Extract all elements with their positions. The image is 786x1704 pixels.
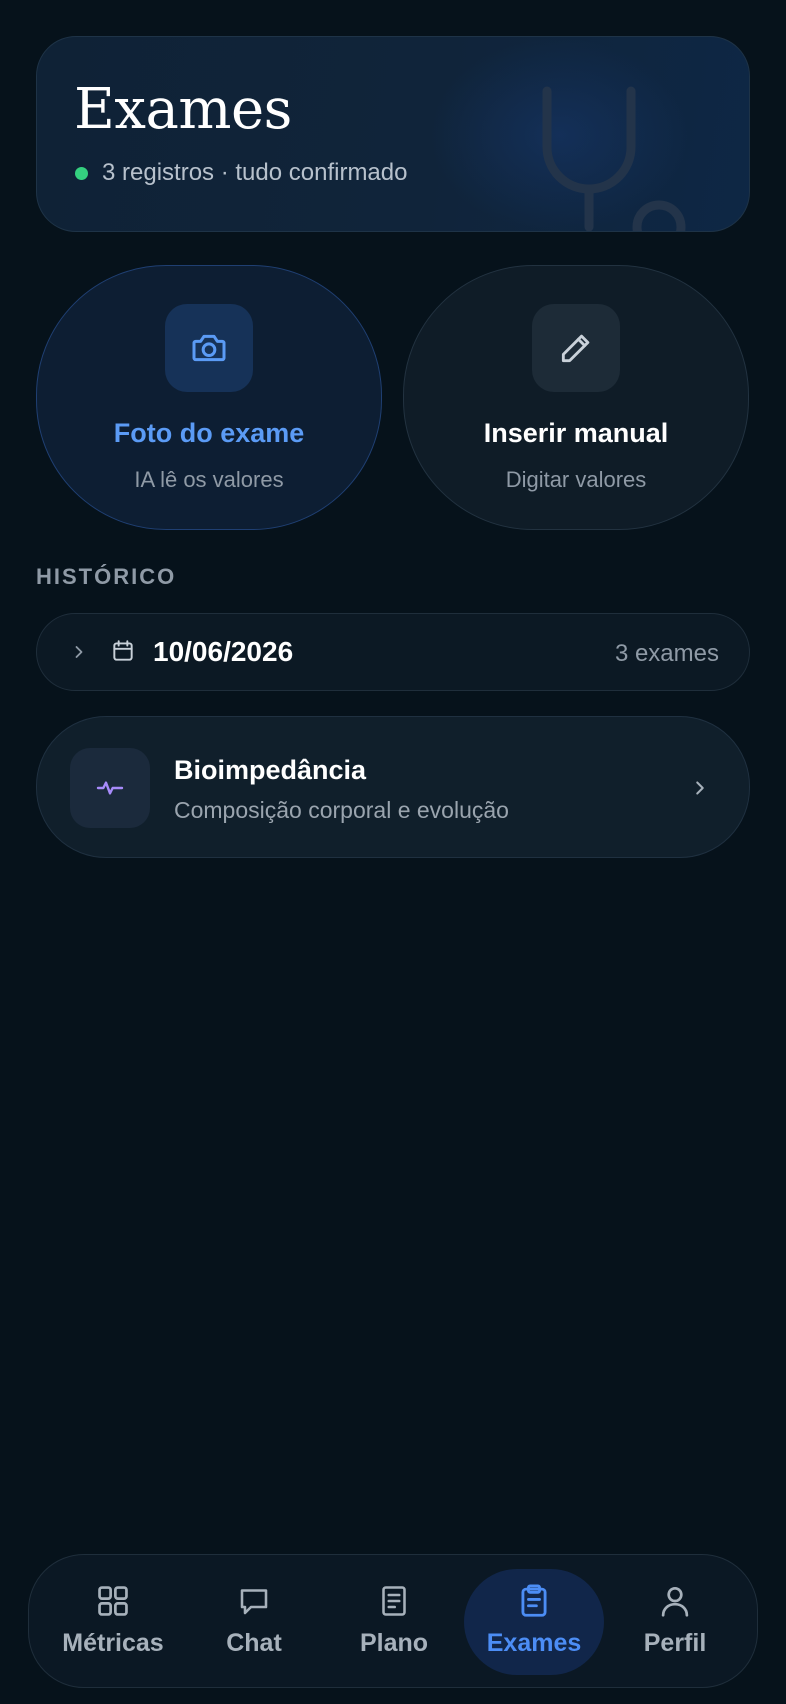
date-group-toggle[interactable]: 10/06/2026 3 exames — [36, 613, 750, 691]
nav-label-exames: Exames — [486, 1629, 582, 1657]
status-text: 3 registros · tudo confirmado — [102, 159, 408, 186]
nav-item-metricas[interactable]: Métricas — [43, 1569, 183, 1675]
manual-entry-sub: Digitar valores — [505, 467, 647, 492]
nav-item-exames[interactable]: Exames — [464, 1569, 604, 1675]
camera-icon — [192, 334, 226, 362]
chevron-right-icon — [696, 781, 704, 795]
grid-icon — [98, 1586, 128, 1616]
user-icon — [661, 1586, 689, 1617]
manual-entry-button[interactable]: Inserir manual Digitar valores — [403, 265, 749, 530]
nav-item-plano[interactable]: Plano — [324, 1569, 464, 1675]
date-group-date: 10/06/2026 — [153, 636, 294, 667]
bioimpedance-title: Bioimpedância — [174, 755, 367, 785]
activity-icon — [96, 781, 124, 795]
camera-icon-box — [165, 304, 253, 392]
bioimpedance-card[interactable]: Bioimpedância Composição corporal e evol… — [36, 716, 750, 858]
bioimpedance-subtitle: Composição corporal e evolução — [174, 797, 509, 823]
chevron-right-icon — [75, 646, 83, 658]
calendar-icon — [113, 640, 133, 661]
photo-exam-sub: IA lê os valores — [134, 467, 284, 492]
pencil-icon — [561, 334, 590, 363]
nav-label-metricas: Métricas — [62, 1629, 164, 1657]
stethoscope-icon — [542, 86, 686, 231]
nav-label-plano: Plano — [359, 1629, 429, 1657]
photo-exam-label: Foto do exame — [113, 418, 305, 448]
nav-item-perfil[interactable]: Perfil — [605, 1569, 745, 1675]
nav-label-chat: Chat — [226, 1629, 282, 1657]
chat-icon — [240, 1589, 268, 1615]
status-row: 3 registros · tudo confirmado — [75, 159, 407, 187]
manual-entry-label: Inserir manual — [483, 418, 669, 448]
nav-item-chat[interactable]: Chat — [184, 1569, 324, 1675]
page-title: Exames — [74, 77, 292, 142]
history-section-label: HISTÓRICO — [36, 564, 177, 589]
bottom-nav: Métricas Chat Plano Exames Perfil — [28, 1554, 758, 1688]
pencil-icon-box — [532, 304, 620, 392]
activity-icon-box — [70, 748, 150, 828]
header-card: Exames 3 registros · tudo confirmado — [36, 36, 750, 232]
exames-screen: Exames 3 registros · tudo confirmado Fot… — [0, 0, 786, 1704]
nav-label-perfil: Perfil — [643, 1629, 707, 1657]
clipboard-icon — [521, 1584, 547, 1617]
photo-exam-button[interactable]: Foto do exame IA lê os valores — [36, 265, 382, 530]
status-dot — [75, 166, 88, 180]
date-group-count: 3 exames — [614, 640, 719, 667]
document-icon — [382, 1586, 406, 1616]
